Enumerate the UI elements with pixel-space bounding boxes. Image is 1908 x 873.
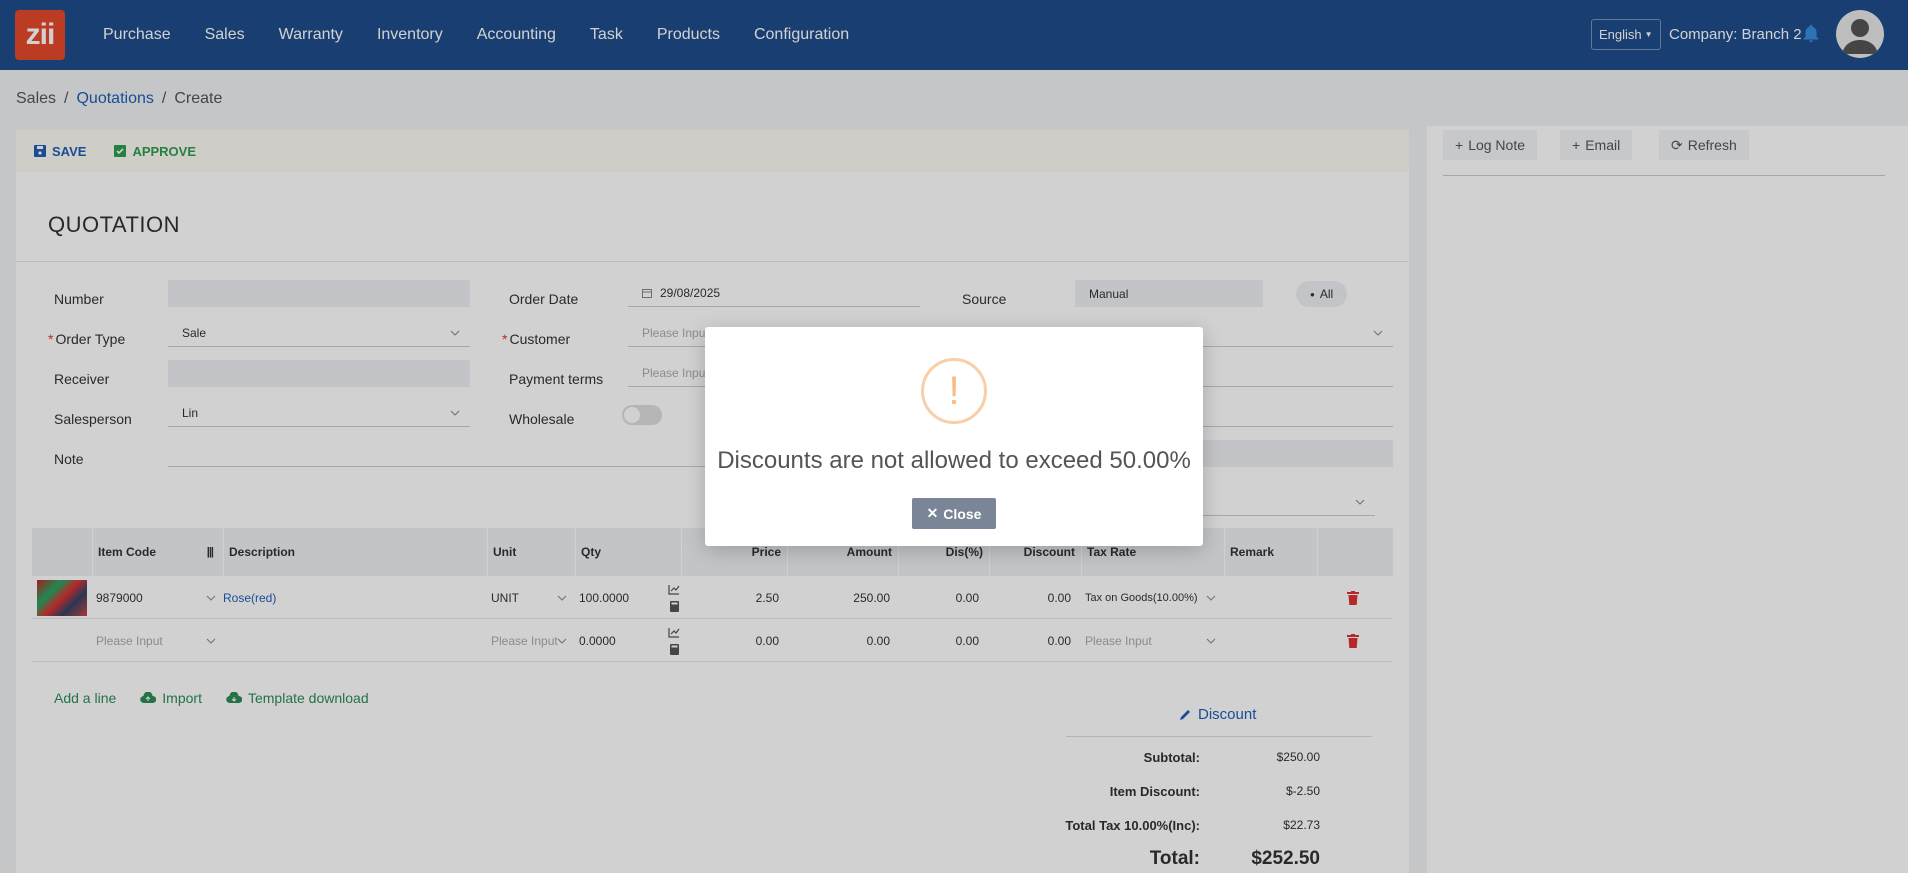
- close-button[interactable]: ✕ Close: [912, 498, 996, 529]
- dialog-message: Discounts are not allowed to exceed 50.0…: [717, 447, 1191, 474]
- close-label: Close: [943, 505, 982, 522]
- warning-dialog: ! Discounts are not allowed to exceed 50…: [705, 327, 1203, 546]
- warning-icon: !: [921, 358, 987, 424]
- close-icon: ✕: [926, 505, 939, 521]
